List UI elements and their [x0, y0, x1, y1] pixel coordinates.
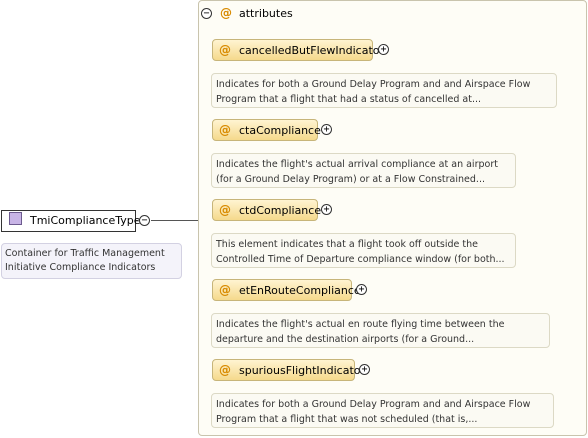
attribute-node-ctdCompliance[interactable]: @ ctdCompliance — [212, 199, 322, 221]
expand-cancelledButFlewIndicator-icon[interactable]: + — [378, 44, 389, 55]
doc-line: Program that a flight that had a status … — [216, 94, 482, 105]
attribute-name: etEnRouteCompliance — [239, 284, 361, 297]
doc-line: This element indicates that a flight too… — [216, 239, 478, 250]
attribute-node-etEnRouteCompliance[interactable]: @ etEnRouteCompliance — [212, 279, 361, 301]
doc-line: Container for Traffic Management — [5, 248, 165, 259]
collapse-type-icon[interactable]: − — [139, 215, 150, 226]
doc-line: Indicates for both a Ground Delay Progra… — [216, 79, 531, 90]
doc-line: Program that a flight that was not sched… — [216, 414, 478, 425]
expand-spuriousFlightIndicator-icon[interactable]: + — [359, 364, 370, 375]
doc-line: departure and the destination airports (… — [216, 334, 475, 345]
connector-line — [151, 220, 198, 221]
attribute-documentation-etEnRouteCompliance: Indicates the flight's actual en route f… — [211, 313, 550, 348]
attributes-group-title: @ attributes — [220, 6, 293, 20]
type-node-TmiComplianceType[interactable]: TmiComplianceType — [1, 210, 141, 232]
attribute-name: ctaCompliance — [239, 124, 321, 137]
attribute-at-icon: @ — [219, 123, 231, 137]
doc-line: Indicates for both a Ground Delay Progra… — [216, 399, 531, 410]
attribute-documentation-ctdCompliance: This element indicates that a flight too… — [211, 233, 516, 268]
doc-line: Indicates the flight's actual en route f… — [216, 319, 505, 330]
type-documentation: Container for Traffic Management Initiat… — [1, 243, 182, 279]
attribute-name: spuriousFlightIndicator — [239, 364, 366, 377]
doc-line: (for a Ground Delay Program) or at a Flo… — [216, 174, 485, 185]
doc-line: Initiative Compliance Indicators — [5, 262, 156, 273]
attribute-at-icon: @ — [219, 43, 231, 57]
attributes-group-label: attributes — [239, 7, 293, 20]
attribute-name: ctdCompliance — [239, 204, 322, 217]
attribute-node-cancelledButFlewIndicator[interactable]: @ cancelledButFlewIndicator — [212, 39, 384, 61]
expand-ctdCompliance-icon[interactable]: + — [321, 204, 332, 215]
attribute-at-icon: @ — [220, 6, 232, 20]
type-name: TmiComplianceType — [30, 214, 141, 227]
attribute-documentation-spuriousFlightIndicator: Indicates for both a Ground Delay Progra… — [211, 393, 554, 428]
attribute-name: cancelledButFlewIndicator — [239, 44, 385, 57]
expand-etEnRouteCompliance-icon[interactable]: + — [356, 284, 367, 295]
attribute-documentation-cancelledButFlewIndicator: Indicates for both a Ground Delay Progra… — [211, 73, 557, 108]
doc-line: Indicates the flight's actual arrival co… — [216, 159, 498, 170]
attribute-documentation-ctaCompliance: Indicates the flight's actual arrival co… — [211, 153, 516, 188]
attribute-at-icon: @ — [219, 203, 231, 217]
expand-ctaCompliance-icon[interactable]: + — [321, 124, 332, 135]
attribute-at-icon: @ — [219, 363, 231, 377]
attribute-at-icon: @ — [219, 283, 231, 297]
doc-line: Controlled Time of Departure compliance … — [216, 254, 505, 265]
collapse-attributes-icon[interactable]: − — [201, 8, 212, 19]
attribute-node-ctaCompliance[interactable]: @ ctaCompliance — [212, 119, 321, 141]
complex-type-icon — [9, 212, 22, 225]
attribute-node-spuriousFlightIndicator[interactable]: @ spuriousFlightIndicator — [212, 359, 365, 381]
